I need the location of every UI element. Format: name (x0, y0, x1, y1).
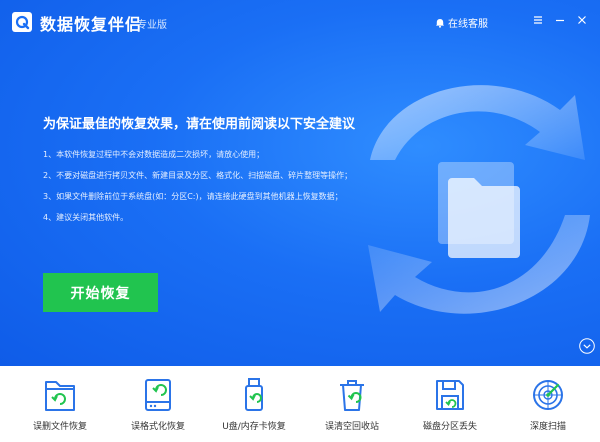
start-recovery-button[interactable]: 开始恢复 (43, 273, 158, 312)
edition-badge: 专业版 (137, 20, 167, 31)
tool-label: 磁盘分区丢失 (422, 422, 477, 432)
menu-icon[interactable] (530, 12, 546, 28)
tool-format-recovery[interactable]: 误格式化恢复 (113, 366, 203, 442)
close-icon[interactable] (574, 12, 590, 28)
tool-recycle-bin-recovery[interactable]: 误清空回收站 (307, 366, 397, 442)
tool-usb-card-recovery[interactable]: U盘/内存卡恢复 (209, 366, 299, 442)
tool-label: 误清空回收站 (324, 422, 379, 432)
online-service-button[interactable]: 在线客服 (435, 15, 488, 30)
folder-restore-icon (45, 381, 75, 411)
safety-tip: 2、不要对磁盘进行拷贝文件、新建目录及分区、格式化、扫描磁盘、碎片整理等操作； (43, 171, 353, 180)
app-logo-icon (12, 12, 32, 32)
tool-label: 误删文件恢复 (32, 422, 87, 432)
hard-drive-restore-icon (145, 379, 171, 411)
folder-refresh-arrows-illustration (368, 85, 590, 314)
tool-label: 误格式化恢复 (130, 422, 185, 432)
floppy-disk-restore-icon (436, 380, 464, 410)
tool-label: U盘/内存卡恢复 (222, 422, 286, 432)
headset-icon (436, 18, 444, 28)
usb-drive-restore-icon (245, 378, 263, 411)
tool-partition-loss-recovery[interactable]: 磁盘分区丢失 (405, 366, 495, 442)
recovery-tools-bar: 误删文件恢复 误格式化恢复 U盘/内存卡恢复 误清空回收站 磁盘分区丢失 深度扫… (0, 366, 600, 442)
minimize-icon[interactable] (552, 12, 568, 28)
title-bar: 数据恢复伴侣 专业版 在线客服 (0, 0, 600, 42)
radar-scan-icon (533, 380, 563, 410)
app-title: 数据恢复伴侣 (40, 15, 143, 34)
recycle-bin-restore-icon (340, 380, 364, 411)
tool-deleted-file-recovery[interactable]: 误删文件恢复 (15, 366, 105, 442)
online-service-label: 在线客服 (448, 19, 488, 30)
tool-deep-scan[interactable]: 深度扫描 (503, 366, 593, 442)
safety-tips-list: 1、本软件恢复过程中不会对数据造成二次损坏，请放心使用； 2、不要对磁盘进行拷贝… (43, 150, 352, 234)
safety-tip: 4、建议关闭其他软件。 (43, 213, 129, 222)
safety-tip: 1、本软件恢复过程中不会对数据造成二次损坏，请放心使用； (43, 150, 265, 159)
safety-tip: 3、如果文件删除前位于系统盘(如：分区C:)，请连接此硬盘到其他机器上恢复数据； (43, 192, 343, 201)
safety-headline: 为保证最佳的恢复效果，请在使用前阅读以下安全建议 (43, 117, 356, 132)
tool-label: 深度扫描 (529, 422, 566, 432)
chevron-down-icon[interactable] (579, 338, 595, 354)
